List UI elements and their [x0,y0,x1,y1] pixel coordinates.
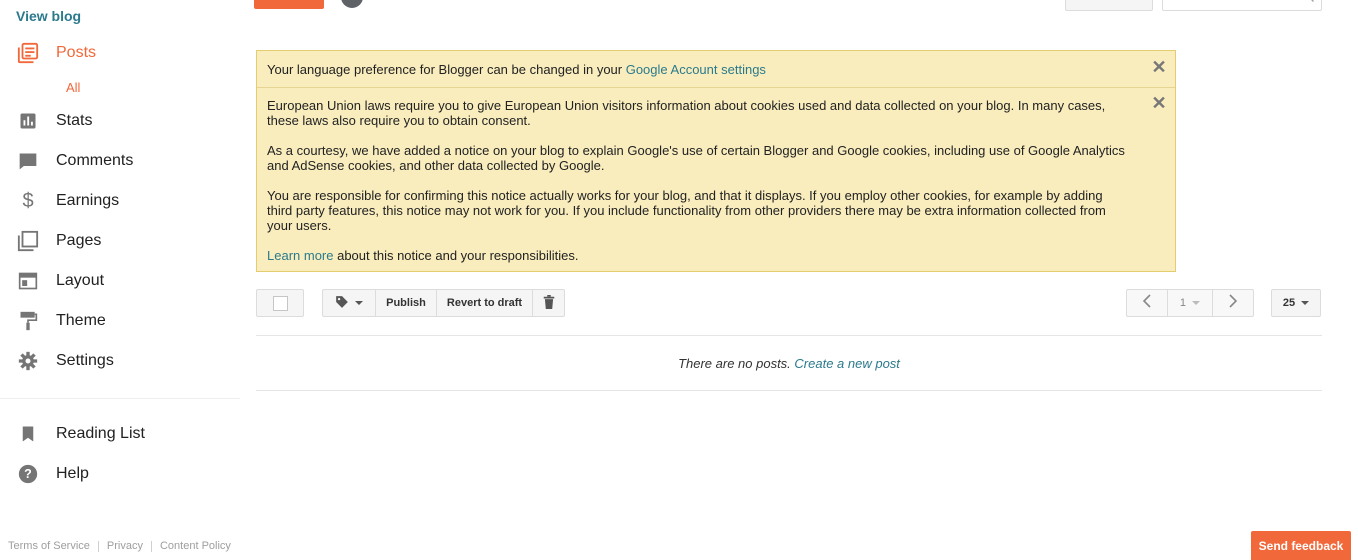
stats-icon [16,109,40,133]
post-actions-toolbar: Publish Revert to draft [322,289,565,317]
sidebar-divider [0,398,240,399]
sidebar-item-earnings[interactable]: $ Earnings [16,187,236,215]
sidebar-item-label: Theme [56,312,106,329]
cookie-notice-paragraph: European Union laws require you to give … [267,98,1106,128]
comments-icon [16,149,40,173]
sidebar-item-label: Layout [56,272,105,289]
trash-icon [543,294,555,312]
sidebar-item-reading-list[interactable]: Reading List [16,420,236,448]
posts-icon [16,41,40,65]
sidebar-item-help[interactable]: ? Help [16,460,236,488]
divider [256,335,1322,336]
delete-button[interactable] [533,290,564,316]
sidebar-item-label: Pages [56,232,102,249]
send-feedback-button[interactable]: Send feedback [1251,531,1351,560]
checkbox-box [272,295,288,311]
posts-per-page-select[interactable]: 25 [1271,289,1321,317]
pagination: 1 [1126,289,1254,317]
sidebar-item-theme[interactable]: Theme [16,307,236,335]
cookie-notice-learn-more: Learn more about this notice and your re… [267,248,1127,263]
label-menu-button[interactable] [323,290,376,316]
sidebar: View blog Posts All Stats Comments $ Ear… [0,0,240,560]
create-post-button[interactable] [254,0,324,9]
layout-icon [16,269,40,293]
chevron-down-icon [355,301,363,305]
divider [150,540,152,552]
sidebar-item-label: Help [56,465,89,482]
tag-icon [335,295,349,312]
footer-links: Terms of Service Privacy Content Policy [8,540,231,552]
content-policy-link[interactable]: Content Policy [160,540,231,552]
divider [97,540,99,552]
gear-icon [16,349,40,373]
close-icon[interactable]: ✕ [1151,94,1167,112]
pages-icon [16,229,40,253]
sidebar-item-label: Reading List [56,425,145,442]
dollar-icon: $ [22,189,34,212]
next-page-button[interactable] [1213,290,1253,316]
search-icon [1303,0,1315,8]
notice-panel: Your language preference for Blogger can… [256,50,1176,272]
language-notice: Your language preference for Blogger can… [257,51,1175,88]
sidebar-item-comments[interactable]: Comments [16,147,236,175]
publish-button[interactable]: Publish [376,290,437,316]
posts-per-page-value: 25 [1282,297,1296,309]
sidebar-item-settings[interactable]: Settings [16,347,236,375]
sidebar-item-posts[interactable]: Posts [16,39,236,67]
cookie-notice-paragraph: As a courtesy, we have added a notice on… [267,143,1125,173]
learn-more-suffix: about this notice and your responsibilit… [333,248,579,263]
privacy-link[interactable]: Privacy [107,540,143,552]
page-select[interactable]: 1 [1168,290,1213,316]
sidebar-item-label: Posts [56,44,97,61]
select-all-checkbox[interactable] [256,289,304,317]
revert-to-draft-button[interactable]: Revert to draft [437,290,533,316]
sidebar-subitem-all[interactable]: All [66,80,80,95]
chevron-left-icon [1142,293,1152,313]
sidebar-item-stats[interactable]: Stats [16,107,236,135]
chevron-right-icon [1228,293,1238,313]
help-icon: ? [16,462,40,486]
sidebar-item-label: Earnings [56,192,120,209]
close-icon[interactable]: ✕ [1151,58,1167,76]
divider [256,390,1322,391]
cookie-notice-paragraph: You are responsible for confirming this … [267,188,1106,233]
learn-more-link[interactable]: Learn more [267,248,333,263]
view-blog-link[interactable]: View blog [16,8,81,24]
google-account-settings-link[interactable]: Google Account settings [626,62,766,77]
sidebar-item-label: Settings [56,352,114,369]
sidebar-item-label: Comments [56,152,134,169]
terms-link[interactable]: Terms of Service [8,540,90,552]
sidebar-item-layout[interactable]: Layout [16,267,236,295]
previous-page-button[interactable] [1127,290,1169,316]
create-new-post-link[interactable]: Create a new post [794,356,900,371]
svg-text:?: ? [24,467,32,481]
language-notice-text: Your language preference for Blogger can… [267,62,766,77]
paint-roller-icon [16,309,40,333]
sidebar-item-label: Stats [56,112,93,129]
sidebar-item-pages[interactable]: Pages [16,227,236,255]
empty-posts-text: There are no posts. [678,356,795,371]
chevron-down-icon [1192,301,1201,305]
header-button[interactable] [1065,0,1153,11]
cookie-notice: European Union laws require you to give … [267,98,1127,278]
language-notice-body: Your language preference for Blogger can… [267,62,626,77]
search-input[interactable] [1162,0,1322,11]
blog-avatar[interactable] [341,0,363,8]
bookmark-icon [16,422,40,446]
empty-posts-message: There are no posts. Create a new post [256,356,1322,371]
chevron-down-icon [1301,301,1310,305]
page-number: 1 [1179,297,1187,309]
